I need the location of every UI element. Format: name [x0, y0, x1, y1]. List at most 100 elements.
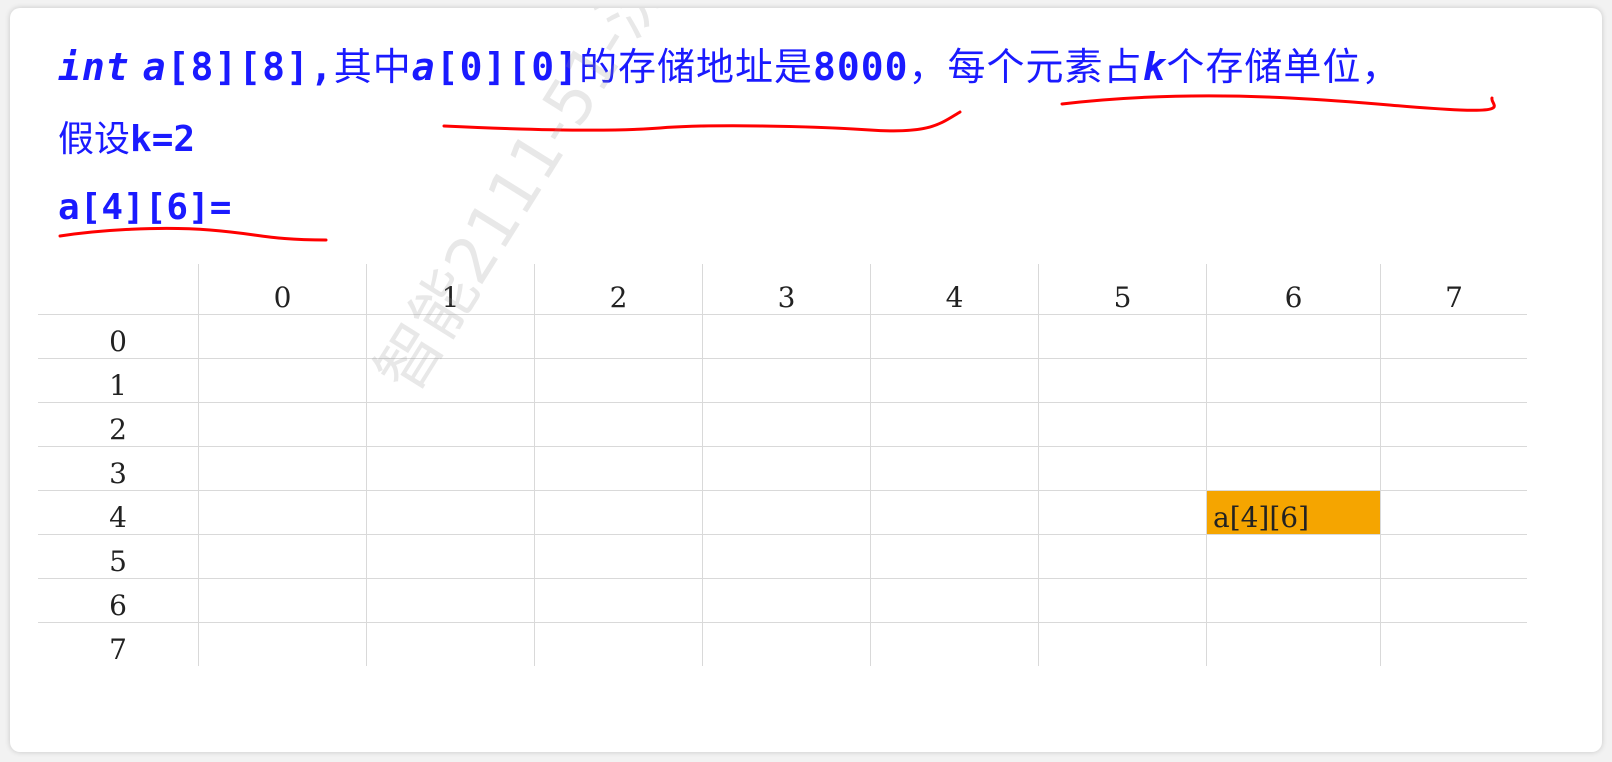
- k-value: k=2: [130, 119, 196, 160]
- grid-cell: [534, 314, 703, 359]
- row-header: 1: [38, 358, 199, 403]
- grid-cell: [366, 314, 535, 359]
- grid-cell: [198, 490, 367, 535]
- grid-cell: [198, 358, 367, 403]
- grid-cell: [1206, 314, 1381, 359]
- grid-cell: [366, 534, 535, 579]
- grid-cell: [534, 622, 703, 666]
- grid-cell: [1380, 314, 1527, 359]
- grid-row: 0: [38, 314, 1527, 359]
- grid-row: 2: [38, 402, 1527, 447]
- grid-cell: [198, 402, 367, 447]
- col-header: 1: [366, 264, 535, 315]
- underline-element-size: [1060, 94, 1496, 112]
- col-header: 2: [534, 264, 703, 315]
- grid-cell: [534, 402, 703, 447]
- row-header: 5: [38, 534, 199, 579]
- row-header: 0: [38, 314, 199, 359]
- grid-cell: [1206, 446, 1381, 491]
- grid-cell: [198, 622, 367, 666]
- grid-row: 7: [38, 622, 1527, 666]
- grid-cell: [870, 402, 1039, 447]
- problem-line-2: 假设k=2: [58, 116, 195, 164]
- grid-cell: [198, 578, 367, 623]
- grid-cell: [702, 314, 871, 359]
- grid-cell: [702, 402, 871, 447]
- grid-cell: [870, 490, 1039, 535]
- grid-row: 4 a[4][6]: [38, 490, 1527, 535]
- problem-line-3: a[4][6]=: [58, 184, 231, 232]
- column-header-row: 0 1 2 3 4 5 6 7: [38, 264, 1527, 315]
- grid-cell: [534, 446, 703, 491]
- grid-row: 3: [38, 446, 1527, 491]
- col-header: 6: [1206, 264, 1381, 315]
- grid-cell: [366, 622, 535, 666]
- grid-cell: [870, 578, 1039, 623]
- grid-cell: [1380, 446, 1527, 491]
- grid-row: 1: [38, 358, 1527, 403]
- grid-cell: [1380, 402, 1527, 447]
- text-assume: 假设: [58, 119, 131, 160]
- array-dims: [8][8],: [166, 45, 334, 89]
- grid-cell: [702, 622, 871, 666]
- grid-cell: [870, 622, 1039, 666]
- address-grid: 0 1 2 3 4 5 6 7 0 1 2 3 4 a[4][6] 5 6 7: [38, 264, 1527, 666]
- grid-cell: [870, 358, 1039, 403]
- grid-cell: [702, 446, 871, 491]
- grid-cell: [1206, 358, 1381, 403]
- grid-cell: [366, 402, 535, 447]
- grid-cell: [366, 490, 535, 535]
- col-header: 0: [198, 264, 367, 315]
- grid-cell: [1380, 622, 1527, 666]
- k-symbol: k: [1142, 45, 1167, 89]
- grid-cell: [1038, 314, 1207, 359]
- highlighted-cell: a[4][6]: [1206, 490, 1381, 535]
- corner-cell: [38, 264, 199, 315]
- grid-cell: [1038, 402, 1207, 447]
- array-name-2: a: [411, 45, 436, 89]
- grid-row: 6: [38, 578, 1527, 623]
- problem-card: int a[8][8],其中a[0][0]的存储地址是8000，每个元素占k个存…: [10, 8, 1602, 752]
- base-index: [0][0]: [435, 45, 579, 89]
- grid-cell: [1038, 578, 1207, 623]
- grid-cell: [1380, 578, 1527, 623]
- grid-cell: [198, 446, 367, 491]
- text-each-element: ，每个元素占: [908, 45, 1143, 89]
- row-header: 4: [38, 490, 199, 535]
- grid-cell: [366, 358, 535, 403]
- row-header: 6: [38, 578, 199, 623]
- keyword-int: int: [58, 45, 130, 89]
- grid-cell: [198, 534, 367, 579]
- col-header: 7: [1380, 264, 1527, 315]
- grid-cell: [870, 534, 1039, 579]
- grid-cell: [534, 490, 703, 535]
- grid-cell: [534, 358, 703, 403]
- grid-cell: [1038, 358, 1207, 403]
- grid-cell: [1380, 490, 1527, 535]
- grid-cell: [1206, 622, 1381, 666]
- grid-cell: [702, 358, 871, 403]
- row-header: 7: [38, 622, 199, 666]
- grid-cell: [1038, 534, 1207, 579]
- row-header: 2: [38, 402, 199, 447]
- grid-cell: [1206, 534, 1381, 579]
- grid-cell: [366, 578, 535, 623]
- grid-cell: [366, 446, 535, 491]
- grid-row: 5: [38, 534, 1527, 579]
- grid-cell: [702, 490, 871, 535]
- underline-base-address: [442, 110, 962, 133]
- col-header: 3: [702, 264, 871, 315]
- grid-cell: [1038, 622, 1207, 666]
- grid-cell: [870, 446, 1039, 491]
- grid-cell: [870, 314, 1039, 359]
- base-address: 8000: [812, 45, 909, 89]
- question-expression: a[4][6]=: [58, 187, 232, 228]
- grid-cell: [1380, 358, 1527, 403]
- array-name: a: [142, 45, 167, 89]
- grid-cell: [1038, 490, 1207, 535]
- grid-cell: [1038, 446, 1207, 491]
- grid-cell: [534, 534, 703, 579]
- grid-cell: [1206, 578, 1381, 623]
- row-header: 3: [38, 446, 199, 491]
- grid-cell: [702, 578, 871, 623]
